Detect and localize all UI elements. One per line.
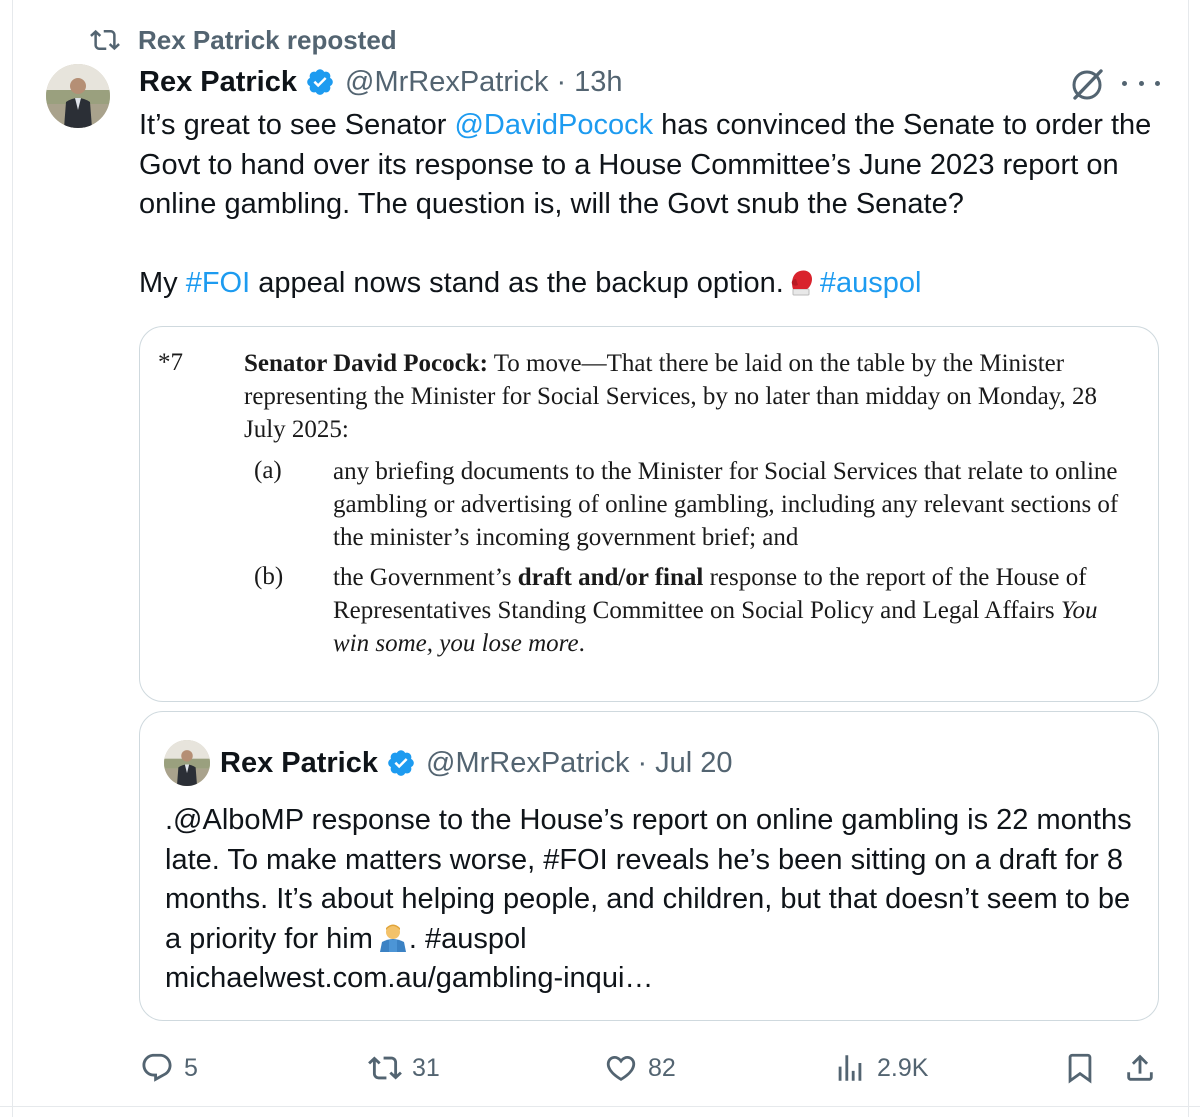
- quoted-tweet-text: .@AlboMP response to the House’s report …: [165, 804, 1132, 994]
- tweet-header: Rex Patrick @MrRexPatrick · 13h: [139, 62, 623, 102]
- shrug-person-icon: [379, 924, 406, 952]
- frame-border-right: [1188, 0, 1189, 1117]
- tweet-timestamp[interactable]: 13h: [574, 66, 622, 99]
- share-icon: [1127, 1054, 1153, 1081]
- item-b-text: the Government’s draft and/or final resp…: [333, 564, 1098, 657]
- quoted-tweet-link[interactable]: michaelwest.com.au/gambling-inqui…: [165, 962, 653, 994]
- author-handle[interactable]: @MrRexPatrick: [345, 66, 548, 99]
- quoted-author-avatar: [164, 740, 210, 786]
- hashtag-link-auspol[interactable]: #auspol: [820, 267, 922, 299]
- repost-button[interactable]: 31: [368, 1050, 440, 1086]
- hashtag-link-foi[interactable]: #FOI: [186, 267, 250, 299]
- item-a-text: any briefing documents to the Minister f…: [333, 458, 1119, 551]
- separator-dot: ·: [556, 65, 567, 98]
- views-button[interactable]: 2.9K: [833, 1050, 928, 1086]
- separator-dot: ·: [637, 746, 648, 779]
- tweet-paragraph-2: My #FOI appeal nows stand as the backup …: [139, 267, 922, 299]
- author-avatar[interactable]: [46, 64, 110, 128]
- tweet-paragraph-1: It’s great to see Senator @DavidPocock h…: [139, 109, 1152, 220]
- tweet-text: It’s great to see Senator @DavidPocock h…: [139, 106, 1169, 304]
- motion-text: Senator David Pocock: To move—That there…: [244, 350, 1098, 443]
- author-name[interactable]: Rex Patrick: [139, 66, 297, 99]
- boxing-glove-icon: [791, 270, 812, 296]
- reply-icon: [142, 1053, 172, 1082]
- views-icon: [838, 1055, 862, 1081]
- reply-button[interactable]: 5: [140, 1050, 198, 1086]
- item-b-label: (b): [254, 563, 284, 590]
- senate-motion-document: *7 Senator David Pocock: To move—That th…: [140, 327, 1158, 701]
- repost-banner-label: Rex Patrick reposted: [138, 24, 397, 55]
- like-count: 82: [648, 1053, 676, 1082]
- tweet-actions: 5 31 82 2.9K: [0, 1050, 1200, 1086]
- like-button[interactable]: 82: [604, 1050, 676, 1086]
- quoted-author-handle: @MrRexPatrick: [426, 746, 630, 779]
- quoted-tweet[interactable]: Rex Patrick @MrRexPatrick · Jul 20 .@Alb…: [139, 711, 1159, 1021]
- view-count: 2.9K: [877, 1053, 929, 1082]
- motion-number: *7: [158, 349, 183, 376]
- verified-badge-icon[interactable]: [305, 67, 335, 97]
- mention-link[interactable]: @DavidPocock: [454, 109, 653, 141]
- verified-badge-icon: [388, 750, 414, 776]
- grok-icon[interactable]: [1068, 66, 1106, 104]
- repost-banner[interactable]: Rex Patrick reposted: [88, 22, 397, 58]
- repost-icon: [90, 29, 120, 51]
- quoted-tweet-header: Rex Patrick @MrRexPatrick · Jul 20: [220, 743, 733, 783]
- frame-border-bottom: [0, 1106, 1200, 1107]
- bookmark-button[interactable]: [1063, 1050, 1107, 1086]
- quoted-tweet-timestamp: Jul 20: [655, 746, 733, 779]
- repost-icon: [368, 1056, 402, 1080]
- frame-border-left: [12, 0, 13, 1117]
- share-button[interactable]: [1123, 1050, 1167, 1086]
- like-icon: [606, 1055, 636, 1081]
- reply-count: 5: [184, 1053, 198, 1082]
- repost-count: 31: [412, 1053, 440, 1082]
- more-icon[interactable]: [1122, 68, 1160, 98]
- motion-mover: Senator David Pocock:: [244, 350, 488, 377]
- attached-image[interactable]: *7 Senator David Pocock: To move—That th…: [139, 326, 1159, 702]
- bookmark-icon: [1068, 1053, 1092, 1084]
- item-a-label: (a): [254, 457, 282, 484]
- quoted-author-name: Rex Patrick: [220, 746, 378, 779]
